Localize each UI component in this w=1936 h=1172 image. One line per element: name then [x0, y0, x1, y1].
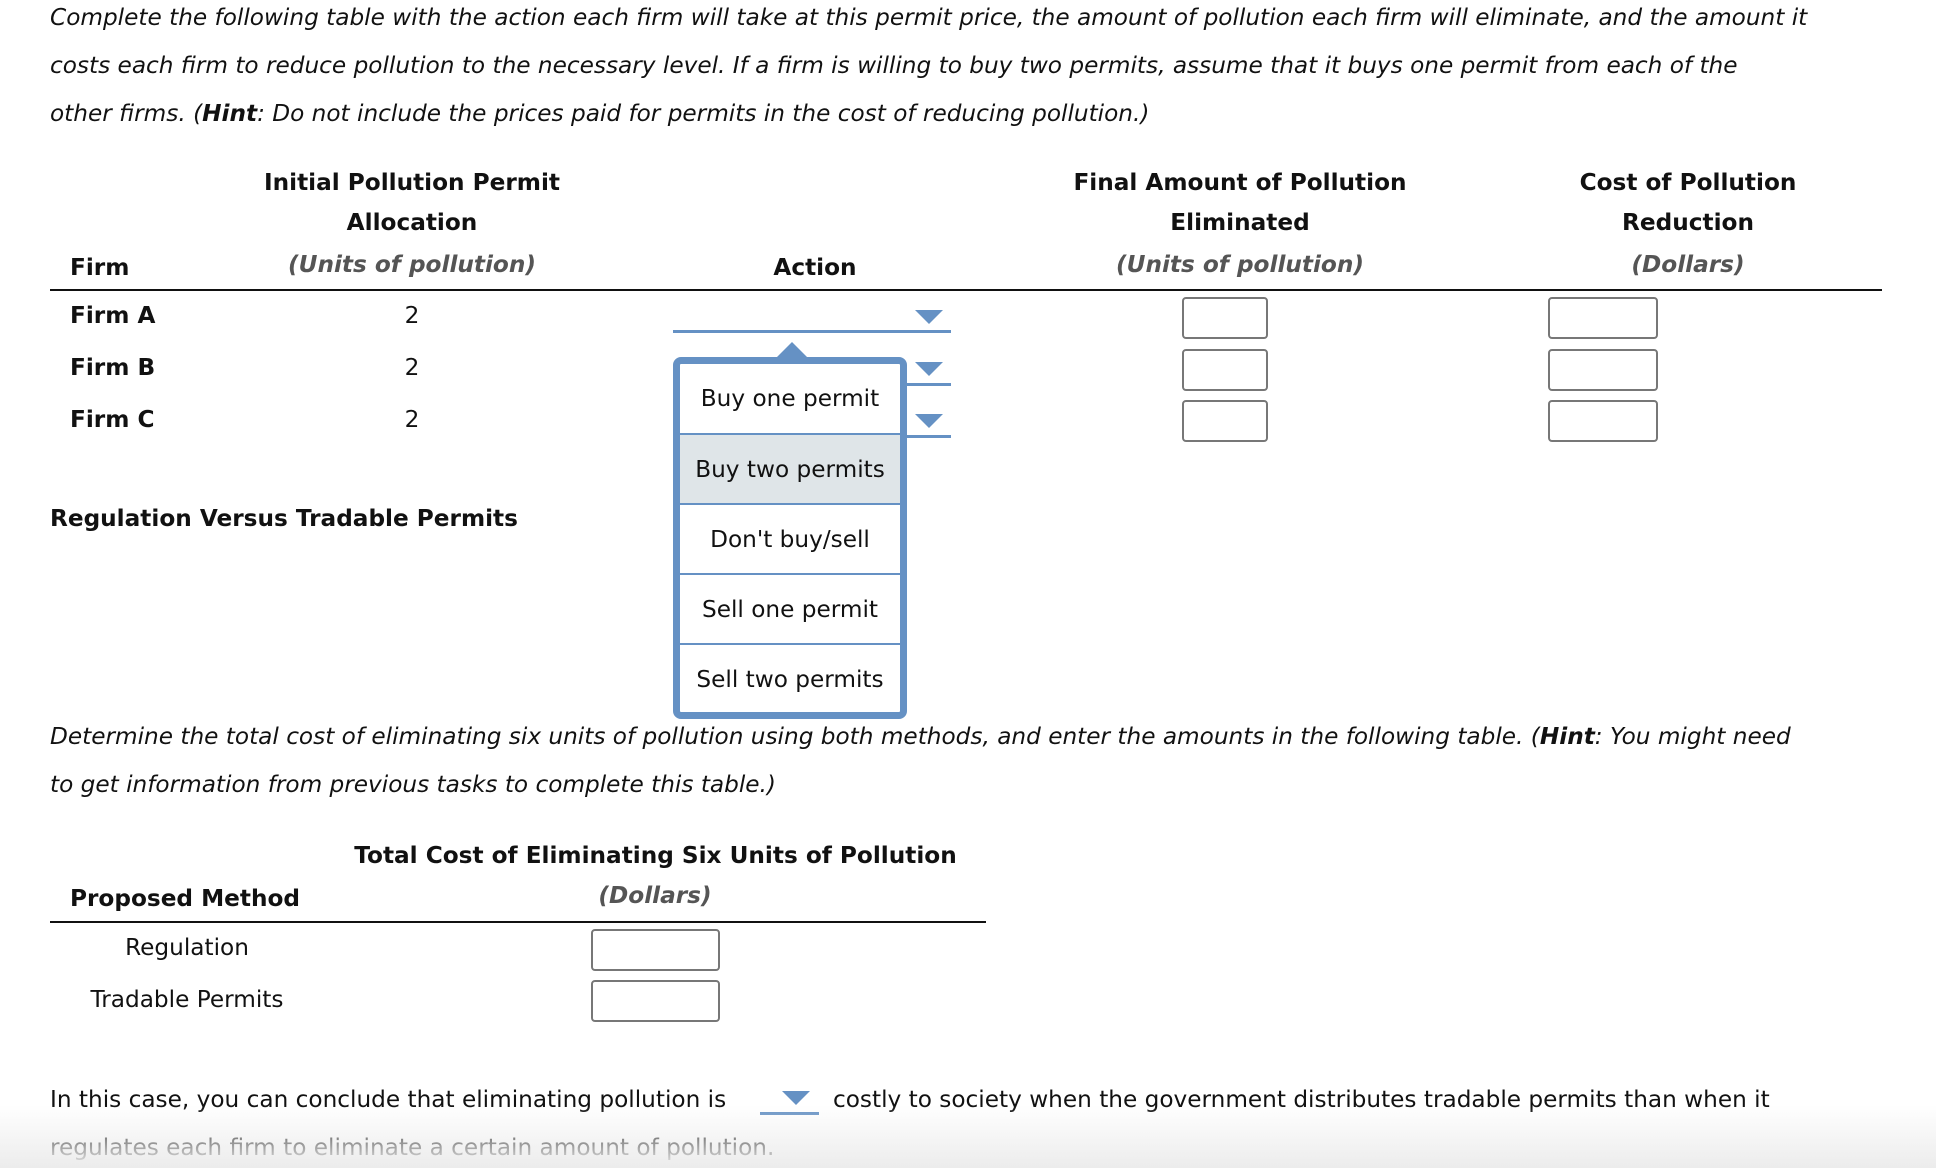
conclusion-dropdown[interactable] — [760, 1086, 819, 1116]
chevron-down-icon[interactable] — [915, 414, 943, 428]
method-label: Regulation — [125, 934, 249, 961]
col-header-allocation-line2: Allocation — [346, 209, 478, 236]
instructions-text: : You might need — [1594, 723, 1791, 750]
conclusion-line-1: In this case, you can conclude that elim… — [50, 1076, 726, 1124]
instructions-text: Determine the total cost of eliminating … — [50, 723, 1540, 750]
allocation-value: 2 — [404, 354, 420, 381]
cost-input-firm-c[interactable] — [1548, 400, 1658, 442]
col-header-eliminated-line1: Final Amount of Pollution — [1073, 169, 1407, 196]
eliminated-input-firm-a[interactable] — [1182, 297, 1268, 339]
popup-caret — [777, 342, 807, 357]
col-header-action: Action — [773, 254, 857, 281]
dropdown-underline[interactable] — [673, 330, 951, 333]
section-title: Regulation Versus Tradable Permits — [50, 505, 518, 532]
conclusion-line-1-end: costly to society when the government di… — [833, 1086, 1770, 1113]
conclusion-text: In this case, you can conclude that elim… — [50, 1086, 727, 1113]
header-divider — [50, 289, 1882, 291]
regulation-cost-input[interactable] — [591, 929, 720, 971]
dropdown-underline[interactable] — [760, 1112, 819, 1115]
cost-input-firm-b[interactable] — [1548, 349, 1658, 391]
dropdown-option[interactable]: Don't buy/sell — [680, 503, 900, 573]
firm-name: Firm A — [70, 302, 156, 329]
col-header-firm: Firm — [70, 254, 130, 281]
eliminated-input-firm-b[interactable] — [1182, 349, 1268, 391]
instructions-line-1: Complete the following table with the ac… — [50, 4, 1808, 31]
eliminated-input-firm-c[interactable] — [1182, 400, 1268, 442]
allocation-value: 2 — [404, 302, 420, 329]
conclusion-line-2: regulates each firm to eliminate a certa… — [50, 1134, 775, 1161]
instructions2-line-2: to get information from previous tasks t… — [50, 771, 776, 798]
instructions-text: : Do not include the prices paid for per… — [257, 100, 1150, 127]
cost-input-firm-a[interactable] — [1548, 297, 1658, 339]
tradable-permits-cost-input[interactable] — [591, 980, 720, 1022]
chevron-down-icon[interactable] — [915, 310, 943, 324]
method-label: Tradable Permits — [90, 986, 284, 1013]
action-dropdown-menu: Buy one permit Buy two permits Don't buy… — [673, 357, 907, 719]
dropdown-option[interactable]: Sell one permit — [680, 573, 900, 643]
col-header-allocation-unit: (Units of pollution) — [288, 251, 536, 278]
col-header-allocation-line1: Initial Pollution Permit — [263, 169, 560, 196]
hint-label: Hint — [1539, 723, 1595, 750]
col-header-eliminated-line2: Eliminated — [1170, 209, 1310, 236]
dropdown-option[interactable]: Buy one permit — [680, 364, 900, 434]
instructions-line-2: costs each firm to reduce pollution to t… — [50, 52, 1738, 79]
dropdown-option[interactable]: Buy two permits — [680, 433, 900, 503]
hint-label: Hint — [202, 100, 258, 127]
col-header-method: Proposed Method — [70, 885, 301, 912]
instructions-line-3: other firms. (Hint: Do not include the p… — [50, 90, 1149, 138]
col-header-cost-unit: (Dollars) — [1631, 251, 1745, 278]
instructions-text: other firms. ( — [50, 100, 203, 127]
allocation-value: 2 — [404, 406, 420, 433]
firm-name: Firm B — [70, 354, 156, 381]
instructions2-line-1: Determine the total cost of eliminating … — [50, 713, 1791, 761]
dropdown-option[interactable]: Sell two permits — [680, 643, 900, 713]
chevron-down-icon[interactable] — [915, 362, 943, 376]
col-header-cost-line2: Reduction — [1622, 209, 1754, 236]
firm-name: Firm C — [70, 406, 155, 433]
header-divider — [50, 921, 986, 923]
col-header-total-cost: Total Cost of Eliminating Six Units of P… — [354, 842, 957, 869]
col-header-eliminated-unit: (Units of pollution) — [1116, 251, 1364, 278]
col-header-dollars: (Dollars) — [598, 882, 712, 909]
chevron-down-icon[interactable] — [782, 1091, 810, 1105]
col-header-cost-line1: Cost of Pollution — [1579, 169, 1797, 196]
